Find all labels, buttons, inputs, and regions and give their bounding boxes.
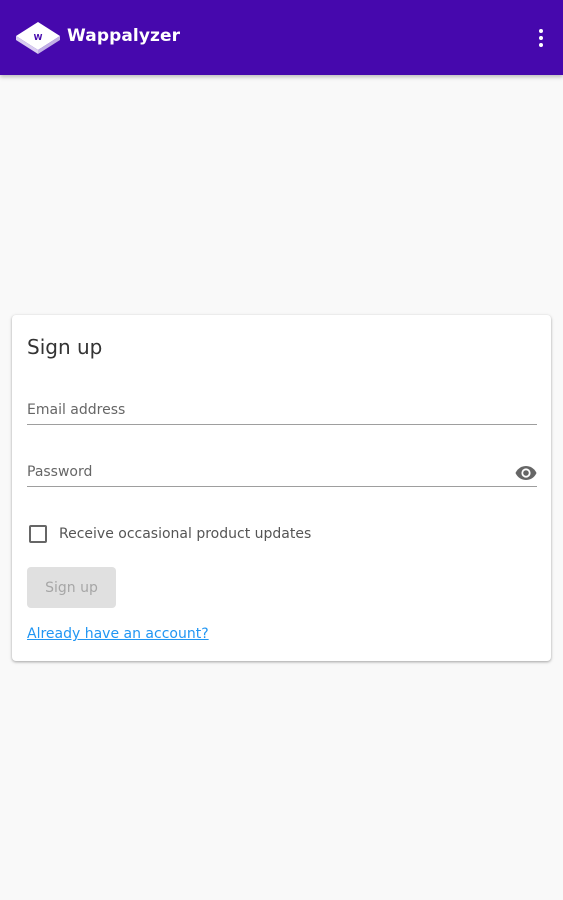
app-bar: W Wappalyzer <box>0 0 563 75</box>
signup-button[interactable]: Sign up <box>27 567 116 608</box>
menu-dot <box>539 29 543 33</box>
wappalyzer-logo-icon[interactable]: W <box>14 18 62 58</box>
menu-dot <box>539 43 543 47</box>
updates-checkbox-label: Receive occasional product updates <box>59 526 312 542</box>
updates-checkbox-row[interactable]: Receive occasional product updates <box>27 525 311 543</box>
eye-icon[interactable] <box>515 465 537 481</box>
password-field-container <box>27 447 537 487</box>
signup-card: Sign up Receive occasional product updat… <box>12 315 551 661</box>
password-field[interactable] <box>27 464 507 480</box>
more-vert-icon[interactable] <box>533 24 549 52</box>
updates-checkbox[interactable] <box>29 525 47 543</box>
menu-dot <box>539 36 543 40</box>
email-field-container <box>27 385 537 425</box>
app-title: Wappalyzer <box>67 26 181 46</box>
card-title: Sign up <box>27 335 103 359</box>
email-field[interactable] <box>27 402 507 418</box>
svg-text:W: W <box>34 33 43 42</box>
already-have-account-link[interactable]: Already have an account? <box>27 626 209 642</box>
